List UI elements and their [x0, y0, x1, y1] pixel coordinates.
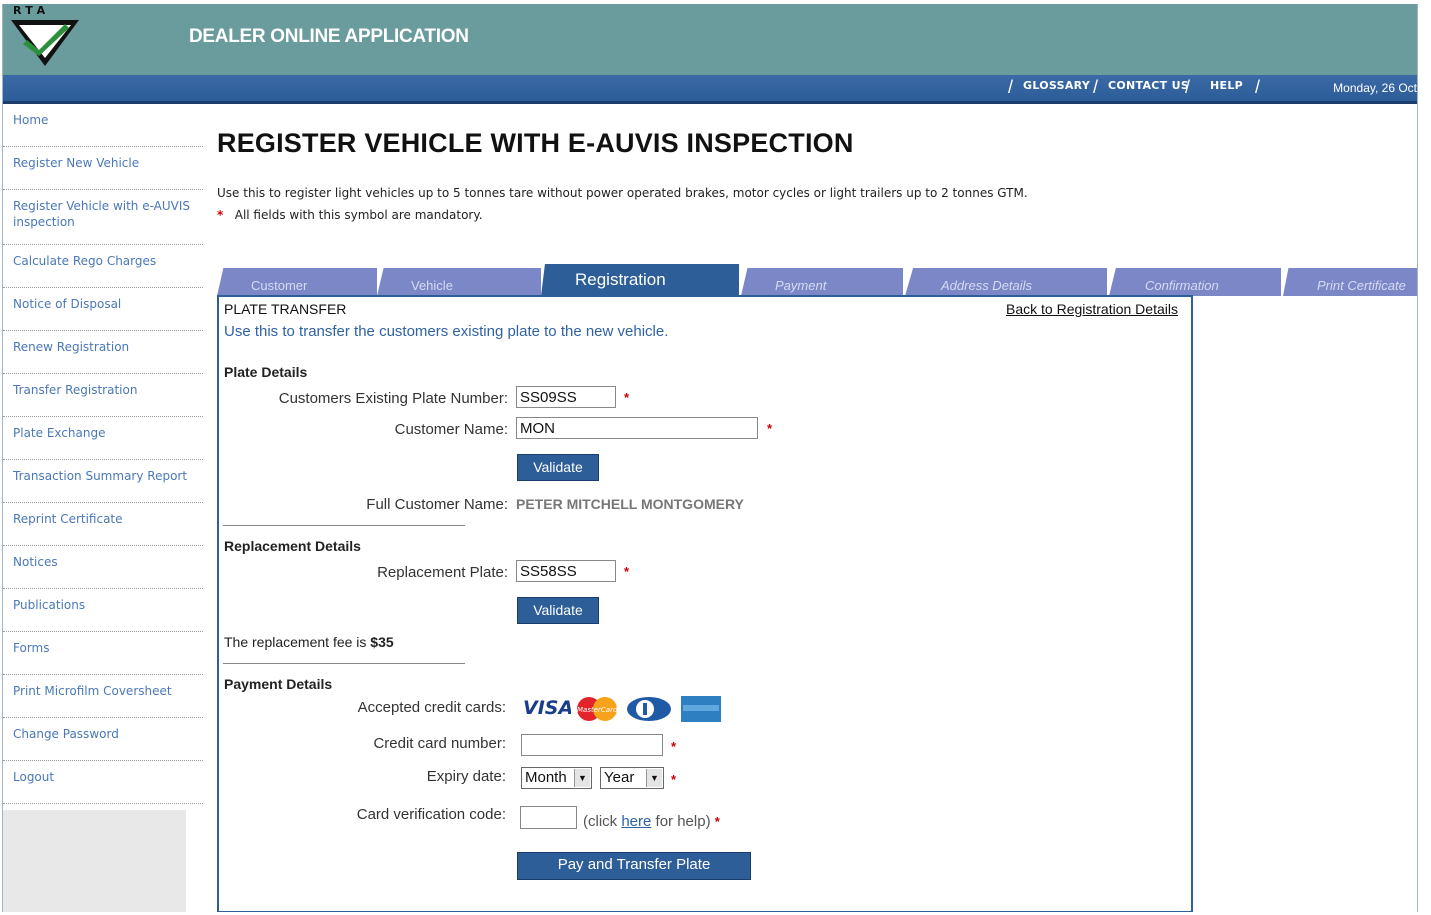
sidebar-item-home[interactable]: Home — [3, 104, 203, 147]
mandatory-note: * All fields with this symbol are mandat… — [217, 208, 483, 222]
sidebar-item-plate-exchange[interactable]: Plate Exchange — [3, 417, 203, 460]
app-title: DEALER ONLINE APPLICATION — [189, 26, 469, 47]
chevron-down-icon: ▼ — [646, 769, 662, 787]
full-name-value: PETER MITCHELL MONTGOMERY — [516, 496, 744, 512]
replacement-plate-label: Replacement Plate: — [377, 564, 508, 581]
pay-and-transfer-button[interactable]: Pay and Transfer Plate — [517, 852, 751, 880]
replacement-fee-value: $35 — [370, 634, 394, 650]
required-star-icon: * — [671, 739, 677, 754]
expiry-year-value: Year — [604, 769, 635, 786]
sidebar-item-notices[interactable]: Notices — [3, 546, 203, 589]
sidebar-menu: Home Register New Vehicle Register Vehic… — [3, 104, 203, 912]
wizard-tabs: Customer Vehicle Registration Payment Ad… — [215, 264, 1417, 296]
validate-replacement-button[interactable]: Validate — [517, 597, 599, 624]
sidebar-item-forms[interactable]: Forms — [3, 632, 203, 675]
required-star-icon: * — [671, 772, 677, 787]
expiry-year-select[interactable]: Year ▼ — [600, 767, 664, 789]
chevron-down-icon: ▼ — [574, 769, 590, 787]
panel-intro: Use this to transfer the customers exist… — [224, 323, 669, 340]
card-number-input[interactable] — [521, 734, 663, 756]
plate-transfer-panel: PLATE TRANSFER Back to Registration Deta… — [217, 295, 1193, 912]
sidebar-item-print-microfilm[interactable]: Print Microfilm Coversheet — [3, 675, 203, 718]
tab-confirmation[interactable]: Confirmation — [1109, 268, 1281, 296]
back-to-registration-link[interactable]: Back to Registration Details — [1006, 301, 1178, 317]
divider — [223, 525, 465, 526]
tab-vehicle[interactable]: Vehicle — [377, 268, 541, 296]
logo-text: R T A — [13, 4, 46, 17]
replacement-fee-text: The replacement fee is — [224, 634, 367, 650]
card-number-label: Credit card number: — [373, 735, 506, 752]
nav-contact-link[interactable]: CONTACT US — [1108, 79, 1189, 92]
nav-separator: / — [1093, 77, 1099, 97]
required-star-icon: * — [714, 814, 720, 829]
sidebar-item-reprint-certificate[interactable]: Reprint Certificate — [3, 503, 203, 546]
required-star-icon: * — [624, 390, 630, 405]
panel-heading: PLATE TRANSFER — [224, 301, 347, 317]
replacement-fee: The replacement fee is $35 — [224, 634, 394, 650]
full-name-label: Full Customer Name: — [366, 496, 508, 513]
replacement-details-heading: Replacement Details — [224, 538, 361, 554]
mastercard-icon-text: MasterCard — [577, 706, 618, 714]
sidebar-item-register-new-vehicle[interactable]: Register New Vehicle — [3, 147, 203, 190]
payment-details-heading: Payment Details — [224, 676, 333, 692]
rta-logo: R T A — [9, 4, 81, 72]
tab-print-certificate[interactable]: Print Certificate — [1283, 268, 1417, 296]
nav-separator: / — [1185, 77, 1191, 97]
nav-help-link[interactable]: HELP — [1210, 79, 1243, 92]
mandatory-star-icon: * — [217, 208, 224, 222]
cvc-input[interactable] — [520, 806, 577, 829]
plate-number-label: Customers Existing Plate Number: — [278, 390, 508, 407]
nav-separator: / — [1255, 77, 1261, 97]
validate-customer-button[interactable]: Validate — [517, 454, 599, 481]
sidebar-item-register-eauvis[interactable]: Register Vehicle with e-AUVIS inspection — [3, 190, 203, 245]
tab-customer[interactable]: Customer — [217, 268, 377, 296]
cvc-help-link[interactable]: here — [621, 813, 651, 830]
expiry-date-label: Expiry date: — [426, 768, 506, 785]
accepted-cards-label: Accepted credit cards: — [357, 699, 506, 716]
diners-club-icon — [627, 697, 671, 721]
page-frame: R T A DEALER ONLINE APPLICATION / GLOSSA… — [2, 4, 1418, 912]
top-nav-bar: / GLOSSARY / CONTACT US / HELP / Monday,… — [3, 75, 1417, 104]
visa-icon-text: VISA — [523, 697, 571, 719]
required-star-icon: * — [767, 421, 773, 436]
expiry-month-select[interactable]: Month ▼ — [521, 767, 592, 789]
customer-name-input[interactable] — [516, 417, 758, 439]
amex-icon — [681, 696, 721, 722]
tab-registration[interactable]: Registration — [541, 264, 739, 296]
mandatory-note-text: All fields with this symbol are mandator… — [234, 208, 483, 222]
customer-name-label: Customer Name: — [394, 421, 508, 438]
tab-address-details[interactable]: Address Details — [905, 268, 1107, 296]
sidebar-filler — [3, 810, 186, 912]
sidebar-item-calculate-rego[interactable]: Calculate Rego Charges — [3, 245, 203, 288]
cvc-label: Card verification code: — [356, 806, 506, 823]
divider — [223, 663, 465, 664]
sidebar-item-transfer-registration[interactable]: Transfer Registration — [3, 374, 203, 417]
header-banner: R T A DEALER ONLINE APPLICATION — [3, 4, 1417, 75]
sidebar-item-renew-registration[interactable]: Renew Registration — [3, 331, 203, 374]
credit-card-logos: VISA MasterCard — [521, 694, 731, 724]
sidebar-item-transaction-summary[interactable]: Transaction Summary Report — [3, 460, 203, 503]
replacement-plate-input[interactable] — [516, 560, 616, 582]
page-description: Use this to register light vehicles up t… — [217, 186, 1028, 200]
page-title: REGISTER VEHICLE WITH E-AUVIS INSPECTION — [217, 128, 854, 158]
sidebar-item-logout[interactable]: Logout — [3, 761, 203, 804]
required-star-icon: * — [624, 564, 630, 579]
visa-icon: VISA — [523, 697, 571, 719]
expiry-month-value: Month — [525, 769, 567, 786]
nav-glossary-link[interactable]: GLOSSARY — [1023, 79, 1090, 92]
cvc-help: (click here for help) * — [583, 813, 720, 830]
tab-payment[interactable]: Payment — [741, 268, 903, 296]
cvc-help-suffix: for help) — [655, 813, 711, 830]
plate-number-input[interactable] — [516, 386, 616, 408]
sidebar-item-change-password[interactable]: Change Password — [3, 718, 203, 761]
nav-separator: / — [1008, 77, 1014, 97]
plate-details-heading: Plate Details — [224, 364, 308, 380]
mastercard-icon: MasterCard — [577, 697, 618, 721]
current-date: Monday, 26 Oct — [1333, 81, 1417, 95]
cvc-help-prefix: (click — [583, 813, 618, 830]
sidebar-item-publications[interactable]: Publications — [3, 589, 203, 632]
sidebar-item-notice-of-disposal[interactable]: Notice of Disposal — [3, 288, 203, 331]
